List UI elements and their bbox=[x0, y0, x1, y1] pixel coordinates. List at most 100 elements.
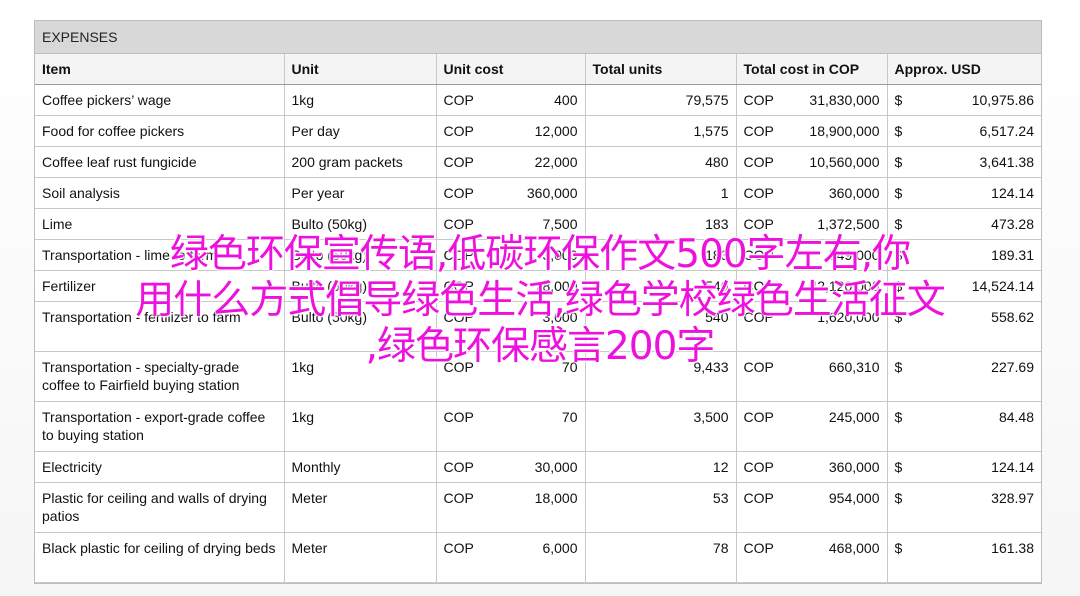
cell-item: Electricity bbox=[35, 451, 285, 483]
cell-total-units: 480 bbox=[585, 146, 737, 178]
usd-value: 6,517.24 bbox=[979, 123, 1035, 139]
cell-total-units: 12 bbox=[585, 451, 737, 483]
cell-total-cost: COP 549,000 bbox=[736, 239, 888, 271]
usd-symbol: $ bbox=[894, 123, 903, 139]
cell-item: Black plastic for ceiling of drying beds bbox=[35, 532, 285, 583]
item-text: Transportation - export-grade coffee to … bbox=[42, 409, 266, 443]
cell-total-cost: COP 18,900,000 bbox=[736, 115, 888, 147]
total-units-value: 12 bbox=[712, 459, 729, 475]
usd-value: 124.14 bbox=[991, 459, 1034, 475]
item-text: Soil analysis bbox=[42, 185, 120, 201]
total-units-value: 480 bbox=[705, 154, 729, 170]
item-text: Black plastic for ceiling of drying beds bbox=[42, 540, 276, 556]
header-total-units: Total units bbox=[585, 54, 737, 85]
cell-usd: $473.28 bbox=[887, 208, 1041, 240]
cell-item: Coffee pickers’ wage bbox=[35, 84, 285, 116]
currency-label: COP bbox=[443, 459, 474, 475]
usd-value: 189.31 bbox=[991, 247, 1034, 263]
item-text: Plastic for ceiling and walls of drying … bbox=[42, 490, 267, 524]
currency-label: COP bbox=[743, 459, 774, 475]
cell-unit-cost: COP 78,000 bbox=[436, 270, 586, 302]
usd-value: 84.48 bbox=[998, 409, 1034, 425]
cell-unit-cost: COP 3,000 bbox=[436, 301, 586, 352]
cell-unit: 1kg bbox=[284, 351, 437, 402]
cell-unit-cost: COP 400 bbox=[436, 84, 586, 116]
unit-text: 1kg bbox=[291, 92, 315, 108]
item-text: Transportation - specialty-grade coffee … bbox=[42, 359, 240, 393]
cell-total-cost: COP 660,310 bbox=[736, 351, 888, 402]
currency-label: COP bbox=[443, 92, 474, 108]
cell-total-cost: COP 245,000 bbox=[736, 401, 888, 452]
currency-label: COP bbox=[443, 540, 474, 556]
cell-usd: $84.48 bbox=[887, 401, 1041, 452]
usd-symbol: $ bbox=[894, 92, 903, 108]
cell-total-units: 540 bbox=[585, 301, 737, 352]
currency-label: COP bbox=[743, 309, 774, 325]
cell-total-units: 9,433 bbox=[585, 351, 737, 402]
total-cost-value: 1,620,000 bbox=[817, 309, 880, 325]
unit-cost-value: 12,000 bbox=[534, 123, 578, 139]
cell-item: Transportation - lime to farm bbox=[35, 239, 285, 271]
total-cost-value: 360,000 bbox=[828, 459, 880, 475]
cell-unit-cost: COP 12,000 bbox=[436, 115, 586, 147]
unit-text: 1kg bbox=[291, 409, 315, 425]
cell-usd: $124.14 bbox=[887, 177, 1041, 209]
cell-item: Plastic for ceiling and walls of drying … bbox=[35, 482, 285, 533]
cell-unit: Bulto (50kg) bbox=[284, 239, 437, 271]
total-cost-value: 18,900,000 bbox=[809, 123, 880, 139]
table-row: Coffee leaf rust fungicide 200 gram packe… bbox=[35, 146, 1041, 178]
unit-text: 200 gram packets bbox=[291, 154, 403, 170]
unit-cost-value: 400 bbox=[554, 92, 578, 108]
table-body: Coffee pickers’ wage 1kg COP 400 79,575 COP 31… bbox=[35, 84, 1041, 583]
header-unit: Unit bbox=[284, 54, 437, 85]
unit-text: Per year bbox=[291, 185, 345, 201]
cell-item: Food for coffee pickers bbox=[35, 115, 285, 147]
currency-label: COP bbox=[443, 278, 474, 294]
cell-total-units: 183 bbox=[585, 239, 737, 271]
cell-unit: 1kg bbox=[284, 401, 437, 452]
table-row: Food for coffee pickers Per day COP 12,000 1… bbox=[35, 115, 1041, 147]
total-cost-value: 31,830,000 bbox=[809, 92, 880, 108]
usd-symbol: $ bbox=[894, 278, 903, 294]
total-units-value: 183 bbox=[705, 216, 729, 232]
cell-unit: 1kg bbox=[284, 84, 437, 116]
total-units-value: 183 bbox=[705, 247, 729, 263]
usd-symbol: $ bbox=[894, 185, 903, 201]
currency-label: COP bbox=[743, 154, 774, 170]
total-units-value: 79,575 bbox=[685, 92, 729, 108]
item-text: Coffee leaf rust fungicide bbox=[42, 154, 197, 170]
unit-cost-value: 78,000 bbox=[534, 278, 578, 294]
cell-total-cost: COP 1,372,500 bbox=[736, 208, 888, 240]
currency-label: COP bbox=[743, 216, 774, 232]
total-units-value: 1 bbox=[720, 185, 729, 201]
table-row: Soil analysis Per year COP 360,000 1 COP 360,0… bbox=[35, 177, 1041, 209]
cell-unit-cost: COP 6,000 bbox=[436, 532, 586, 583]
table-row: Black plastic for ceiling of drying beds… bbox=[35, 532, 1041, 583]
currency-label: COP bbox=[743, 278, 774, 294]
currency-label: COP bbox=[443, 309, 474, 325]
cell-usd: $328.97 bbox=[887, 482, 1041, 533]
unit-text: Bulto (50kg) bbox=[291, 247, 367, 263]
usd-value: 124.14 bbox=[991, 185, 1034, 201]
page: EXPENSES Item Unit Unit cost Total units… bbox=[0, 0, 1080, 596]
total-units-value: 3,500 bbox=[693, 409, 729, 425]
currency-label: COP bbox=[743, 409, 774, 425]
cell-total-units: 79,575 bbox=[585, 84, 737, 116]
cell-item: Fertilizer bbox=[35, 270, 285, 302]
table-row: Transportation - export-grade coffee to … bbox=[35, 401, 1041, 452]
cell-unit-cost: COP 360,000 bbox=[436, 177, 586, 209]
total-cost-value: 549,000 bbox=[828, 247, 880, 263]
usd-value: 10,975.86 bbox=[971, 92, 1034, 108]
cell-unit-cost: COP 30,000 bbox=[436, 451, 586, 483]
table-row: Transportation - fertilizer to farm Bulto… bbox=[35, 301, 1041, 352]
currency-label: COP bbox=[443, 409, 474, 425]
currency-label: COP bbox=[743, 247, 774, 263]
usd-symbol: $ bbox=[894, 490, 903, 506]
currency-label: COP bbox=[743, 185, 774, 201]
total-units-value: 1,575 bbox=[693, 123, 729, 139]
cell-unit: Bulto (50kg) bbox=[284, 208, 437, 240]
cell-total-units: 53 bbox=[585, 482, 737, 533]
header-approx-usd: Approx. USD bbox=[887, 54, 1041, 85]
cell-total-units: 540 bbox=[585, 270, 737, 302]
unit-cost-value: 3,000 bbox=[542, 309, 578, 325]
